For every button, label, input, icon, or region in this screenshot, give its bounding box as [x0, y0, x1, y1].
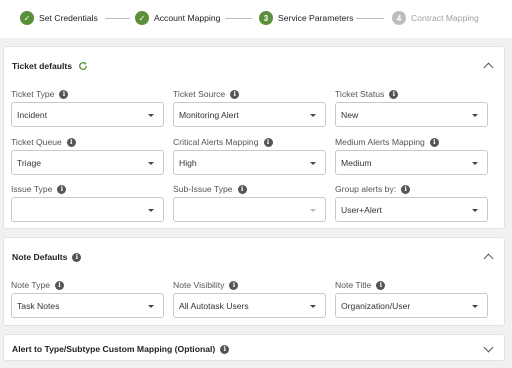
select-value: Task Notes	[17, 300, 60, 311]
issue-type-select[interactable]	[11, 197, 164, 222]
step-label: Contract Mapping	[411, 13, 479, 23]
caret-down-icon	[472, 162, 478, 165]
select-value: High	[179, 157, 197, 168]
note-title-select[interactable]: Organization/User	[335, 293, 488, 318]
caret-down-icon	[310, 162, 316, 165]
ticket-status-select[interactable]: New	[335, 102, 488, 127]
select-value: Organization/User	[341, 300, 411, 311]
step-contract-mapping[interactable]: 4 Contract Mapping	[392, 10, 479, 26]
critical-alerts-select[interactable]: High	[173, 150, 326, 175]
info-icon[interactable]: i	[389, 89, 399, 99]
medium-alerts-label: Medium Alerts Mapping i	[335, 136, 439, 148]
info-icon[interactable]: i	[230, 89, 240, 99]
step-service-parameters[interactable]: 3 Service Parameters	[259, 10, 353, 26]
info-icon[interactable]: i	[55, 280, 65, 290]
sub-issue-type-label: Sub-Issue Type i	[173, 183, 247, 195]
info-icon[interactable]: i	[237, 184, 247, 194]
step-connector	[225, 18, 252, 19]
note-type-select[interactable]: Task Notes	[11, 293, 164, 318]
note-defaults-section: Note Defaults i Note Type i Task Notes Not…	[3, 237, 505, 326]
info-icon[interactable]: i	[57, 184, 67, 194]
caret-down-icon	[310, 305, 316, 308]
info-icon[interactable]: i	[59, 89, 69, 99]
ticket-queue-label: Ticket Queue i	[11, 136, 76, 148]
step-connector	[356, 18, 384, 19]
custom-mapping-header[interactable]: Alert to Type/Subtype Custom Mapping (Op…	[12, 342, 230, 356]
info-icon[interactable]: i	[376, 280, 386, 290]
note-type-label: Note Type i	[11, 279, 65, 291]
section-title: Ticket defaults	[12, 61, 73, 71]
ticket-queue-select[interactable]: Triage	[11, 150, 164, 175]
select-value: Triage	[17, 157, 42, 168]
sub-issue-type-select[interactable]	[173, 197, 326, 222]
select-value: Incident	[17, 109, 48, 120]
info-icon[interactable]: i	[263, 137, 273, 147]
caret-down-icon	[148, 114, 154, 117]
caret-down-icon	[310, 209, 316, 212]
step-label: Set Credentials	[39, 13, 98, 23]
caret-down-icon	[472, 209, 478, 212]
info-icon[interactable]: i	[429, 137, 439, 147]
medium-alerts-select[interactable]: Medium	[335, 150, 488, 175]
info-icon[interactable]: i	[66, 137, 76, 147]
caret-down-icon	[148, 305, 154, 308]
info-icon[interactable]: i	[229, 280, 239, 290]
ticket-source-label: Ticket Source i	[173, 88, 240, 100]
select-value: Medium	[341, 157, 372, 168]
caret-down-icon	[310, 114, 316, 117]
info-icon[interactable]: i	[72, 252, 82, 262]
group-alerts-select[interactable]: User+Alert	[335, 197, 488, 222]
step-label: Account Mapping	[154, 13, 221, 23]
refresh-icon[interactable]	[78, 61, 88, 71]
caret-down-icon	[472, 114, 478, 117]
step-set-credentials[interactable]: ✓ Set Credentials	[20, 10, 98, 26]
caret-down-icon	[148, 209, 154, 212]
info-icon[interactable]: i	[401, 184, 411, 194]
note-visibility-label: Note Visibility i	[173, 279, 239, 291]
custom-mapping-section[interactable]: Alert to Type/Subtype Custom Mapping (Op…	[3, 334, 505, 361]
critical-alerts-label: Critical Alerts Mapping i	[173, 136, 273, 148]
ticket-source-select[interactable]: Monitoring Alert	[173, 102, 326, 127]
section-title: Note Defaults	[12, 252, 68, 262]
note-visibility-select[interactable]: All Autotask Users	[173, 293, 326, 318]
select-value: New	[341, 109, 359, 120]
note-title-label: Note Title i	[335, 279, 386, 291]
check-icon: ✓	[135, 11, 149, 25]
step-number-badge: 4	[392, 11, 406, 25]
ticket-defaults-header[interactable]: Ticket defaults	[12, 59, 88, 73]
section-title: Alert to Type/Subtype Custom Mapping (Op…	[12, 344, 216, 354]
step-account-mapping[interactable]: ✓ Account Mapping	[135, 10, 220, 26]
wizard-stepper: ✓ Set Credentials ✓ Account Mapping 3 Se…	[0, 0, 512, 38]
step-label: Service Parameters	[278, 13, 354, 23]
select-value: User+Alert	[341, 204, 382, 215]
chevron-up-icon[interactable]	[483, 253, 494, 264]
check-icon: ✓	[20, 11, 34, 25]
group-alerts-label: Group alerts by: i	[335, 183, 411, 195]
chevron-up-icon[interactable]	[483, 62, 494, 73]
issue-type-label: Issue Type i	[11, 183, 67, 195]
step-number-badge: 3	[259, 11, 273, 25]
ticket-status-label: Ticket Status i	[335, 88, 399, 100]
chevron-down-icon[interactable]	[483, 342, 494, 353]
select-value: Monitoring Alert	[179, 109, 239, 120]
ticket-type-label: Ticket Type i	[11, 88, 69, 100]
step-connector	[105, 18, 130, 19]
note-defaults-header[interactable]: Note Defaults i	[12, 250, 82, 264]
ticket-defaults-section: Ticket defaults Ticket Type i Incident Ti…	[3, 46, 505, 229]
ticket-type-select[interactable]: Incident	[11, 102, 164, 127]
select-value: All Autotask Users	[179, 300, 249, 311]
info-icon[interactable]: i	[220, 344, 230, 354]
caret-down-icon	[472, 305, 478, 308]
caret-down-icon	[148, 162, 154, 165]
